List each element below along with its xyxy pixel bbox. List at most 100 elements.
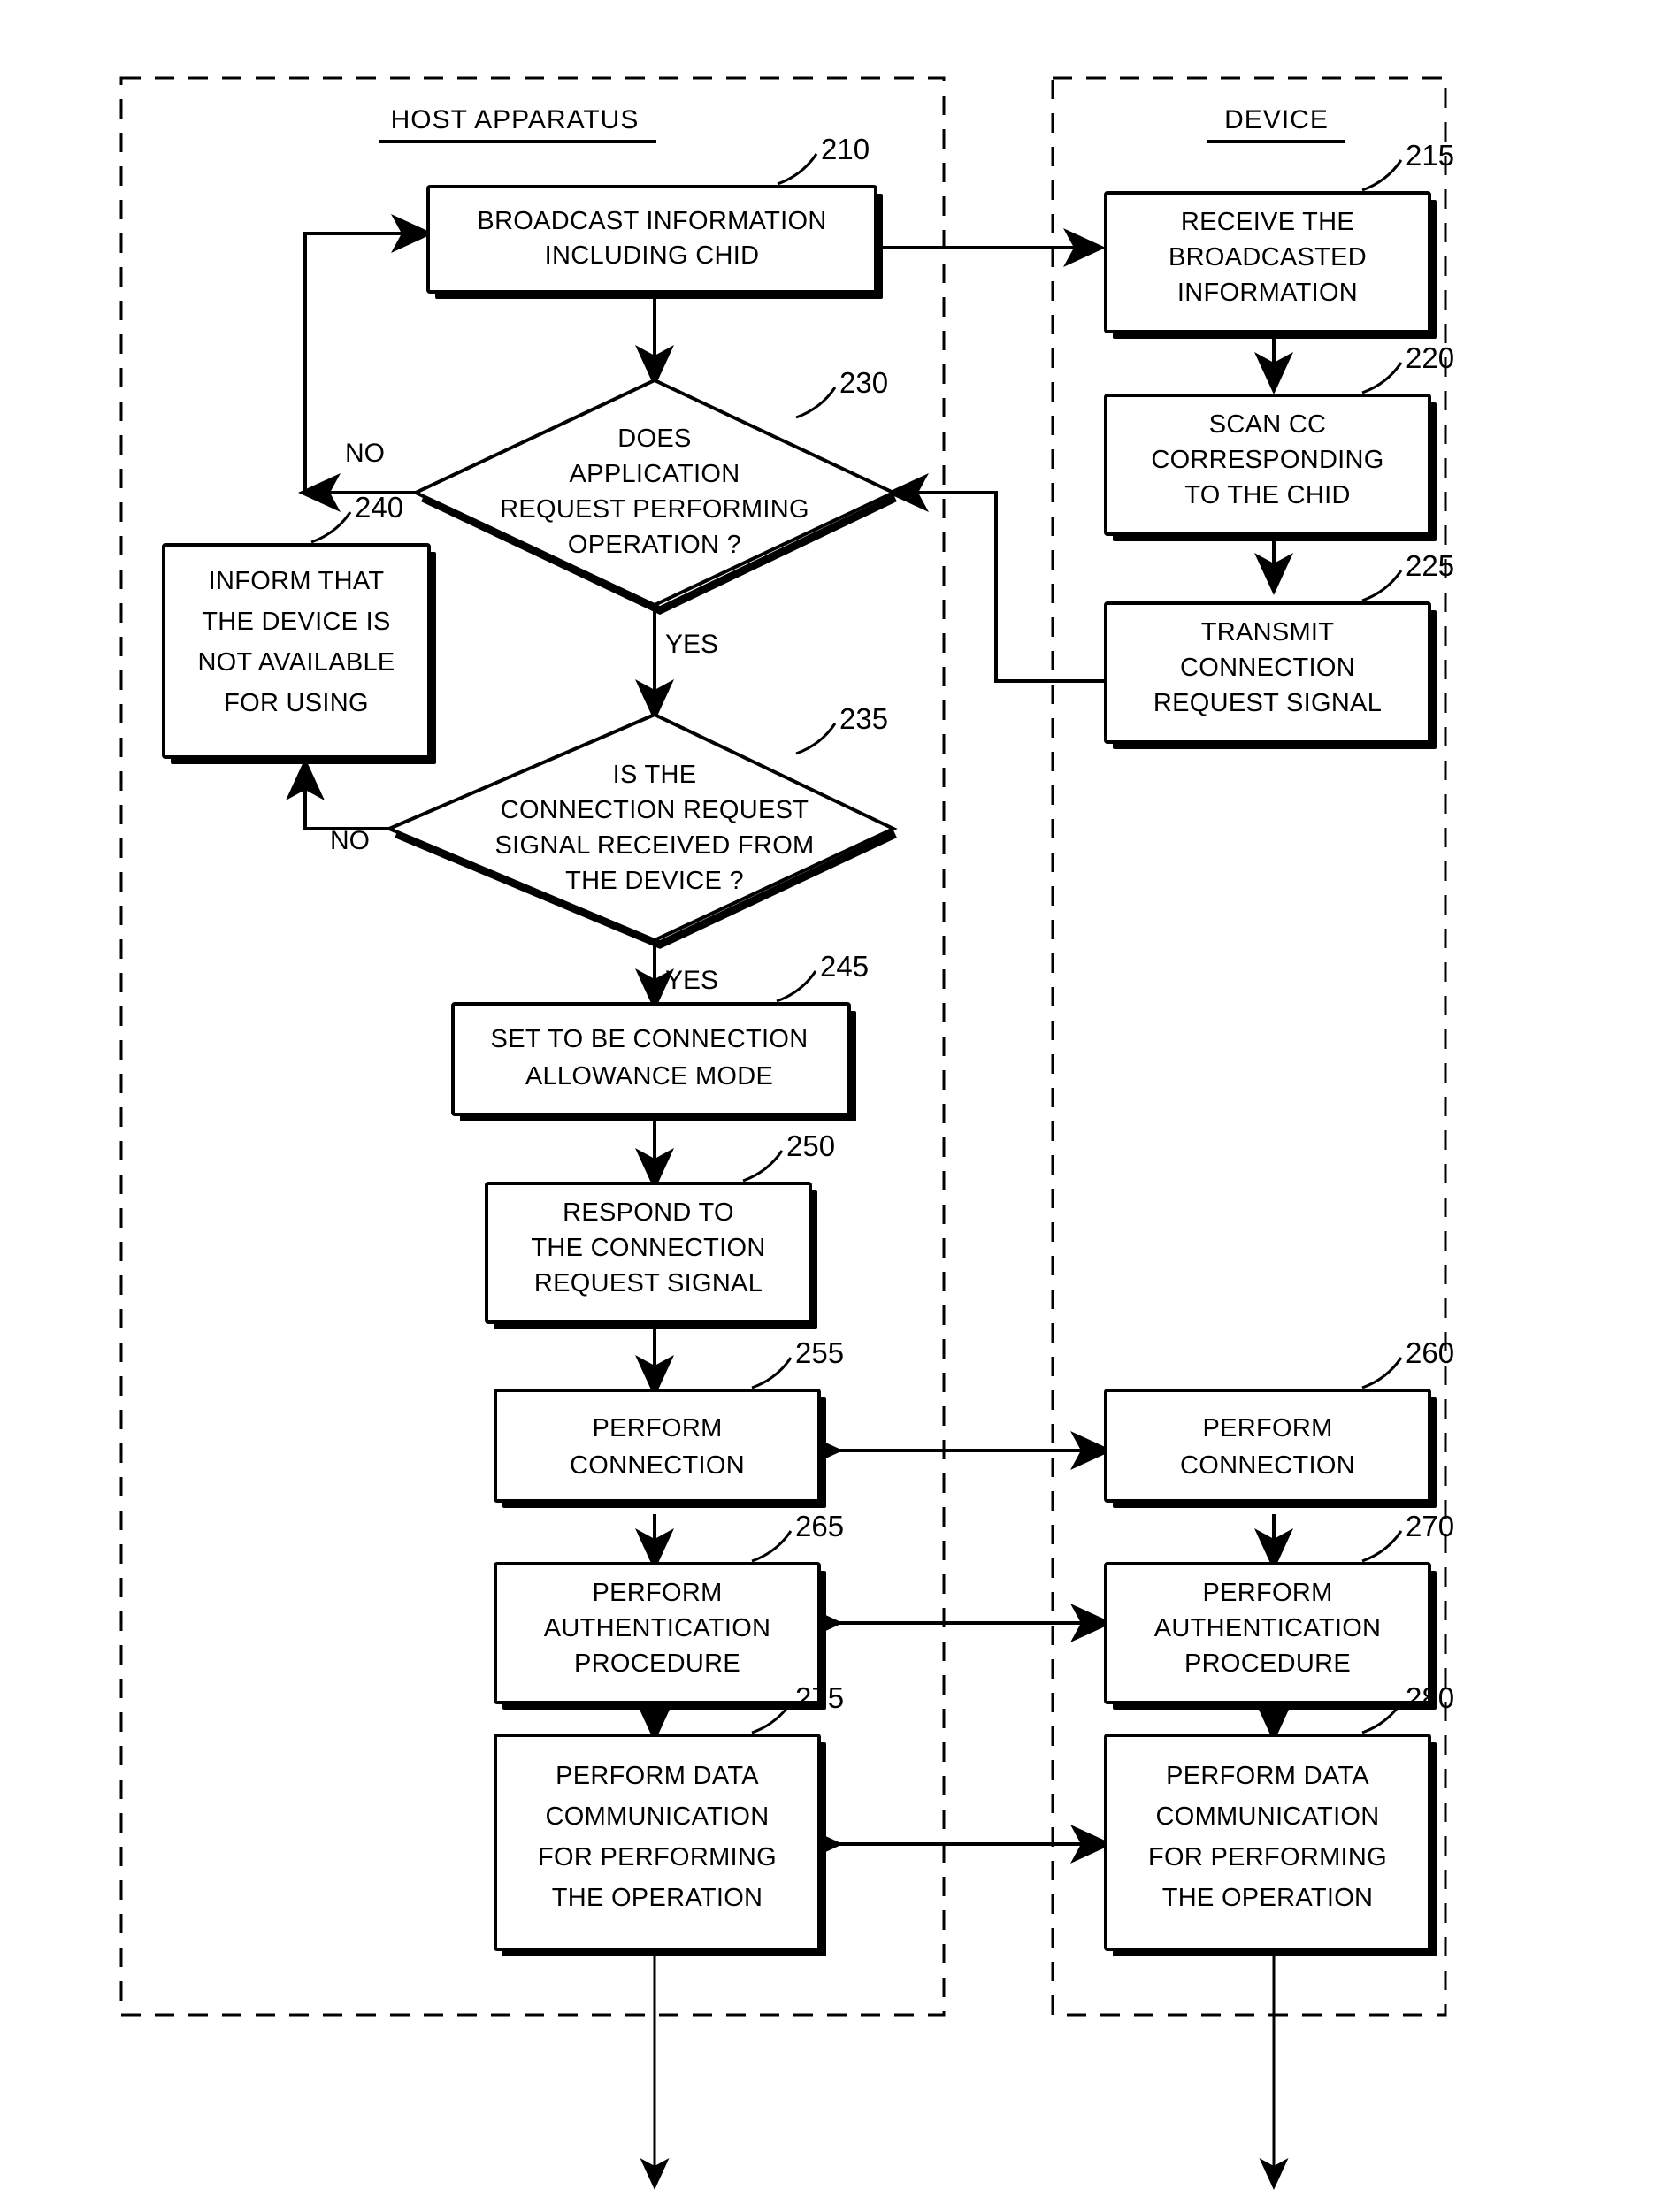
node-235[interactable]: IS THE CONNECTION REQUEST SIGNAL RECEIVE… [384, 702, 898, 949]
node-280-line-3: THE OPERATION [1162, 1884, 1374, 1912]
node-255[interactable]: PERFORM CONNECTION 255 [494, 1336, 844, 1508]
node-215-ref-leader [1361, 159, 1403, 192]
lane-title-device: DEVICE [1224, 105, 1329, 134]
node-265-ref-label: 265 [795, 1510, 844, 1542]
node-210-line-1: INCLUDING CHID [545, 241, 760, 270]
node-220-line-0: SCAN CC [1209, 410, 1327, 439]
node-240-line-0: INFORM THAT [209, 567, 385, 595]
node-230[interactable]: DOES APPLICATION REQUEST PERFORMING OPER… [411, 366, 898, 615]
node-245-box[interactable] [451, 1002, 851, 1116]
node-235-line-1: CONNECTION REQUEST [501, 796, 809, 824]
node-280-line-0: PERFORM DATA [1166, 1762, 1369, 1790]
connector-235-no-to-240 [286, 758, 389, 830]
node-260-ref-label: 260 [1406, 1336, 1454, 1369]
node-260[interactable]: PERFORM CONNECTION 260 [1104, 1336, 1454, 1508]
node-210-line-0: BROADCAST INFORMATION [477, 207, 826, 235]
node-260-line-1: CONNECTION [1180, 1451, 1355, 1480]
node-220-line-1: CORRESPONDING [1151, 446, 1383, 474]
node-230-ref-label: 230 [839, 366, 888, 399]
node-240[interactable]: INFORM THAT THE DEVICE IS NOT AVAILABLE … [162, 491, 436, 764]
node-270-ref-label: 270 [1406, 1510, 1454, 1542]
node-270-line-0: PERFORM [1202, 1579, 1332, 1607]
node-225-ref-label: 225 [1406, 549, 1454, 582]
node-280-line-1: COMMUNICATION [1155, 1803, 1379, 1831]
node-215-line-1: BROADCASTED [1169, 243, 1367, 272]
node-280[interactable]: PERFORM DATA COMMUNICATION FOR PERFORMIN… [1104, 1681, 1454, 1956]
node-265-line-2: PROCEDURE [574, 1649, 740, 1678]
node-230-line-2: REQUEST PERFORMING [500, 495, 809, 524]
node-230-line-3: OPERATION ? [568, 531, 741, 559]
node-225-line-2: REQUEST SIGNAL [1153, 689, 1382, 717]
node-215-line-0: RECEIVE THE [1181, 208, 1354, 236]
node-280-ref-label: 280 [1406, 1681, 1454, 1714]
node-260-box[interactable] [1104, 1389, 1431, 1503]
node-240-ref-leader [310, 511, 352, 544]
node-250[interactable]: RESPOND TO THE CONNECTION REQUEST SIGNAL… [485, 1129, 835, 1329]
branch-label-230-no: NO [345, 439, 385, 468]
node-235-ref-leader [795, 723, 837, 755]
node-220-line-2: TO THE CHID [1184, 481, 1351, 509]
node-265-ref-leader [751, 1530, 793, 1563]
node-215-line-2: INFORMATION [1177, 279, 1358, 307]
node-235-line-3: THE DEVICE ? [565, 867, 744, 895]
connector-225-to-230 [886, 473, 1110, 683]
node-270[interactable]: PERFORM AUTHENTICATION PROCEDURE 270 [1104, 1510, 1454, 1710]
node-255-ref-label: 255 [795, 1336, 844, 1369]
node-275-line-0: PERFORM DATA [556, 1762, 759, 1790]
node-255-line-1: CONNECTION [570, 1451, 745, 1480]
node-245-line-1: ALLOWANCE MODE [525, 1062, 773, 1091]
node-265[interactable]: PERFORM AUTHENTICATION PROCEDURE 265 [494, 1510, 844, 1710]
node-210-ref-label: 210 [821, 133, 870, 165]
node-235-line-0: IS THE [613, 761, 697, 789]
node-225[interactable]: TRANSMIT CONNECTION REQUEST SIGNAL 225 [1104, 549, 1454, 749]
node-210-ref-leader [777, 153, 818, 186]
node-250-line-0: RESPOND TO [563, 1198, 734, 1227]
node-260-line-0: PERFORM [1202, 1414, 1332, 1443]
node-250-ref-leader [742, 1150, 784, 1183]
node-255-box[interactable] [494, 1389, 821, 1503]
node-220[interactable]: SCAN CC CORRESPONDING TO THE CHID 220 [1104, 341, 1454, 541]
node-245-ref-label: 245 [820, 950, 869, 983]
node-245-ref-leader [776, 970, 817, 1003]
node-275-line-2: FOR PERFORMING [538, 1843, 777, 1871]
node-235-line-2: SIGNAL RECEIVED FROM [494, 831, 814, 860]
node-270-line-2: PROCEDURE [1184, 1649, 1351, 1678]
node-265-line-0: PERFORM [592, 1579, 722, 1607]
flowchart-canvas: HOST APPARATUS DEVICE BROADCAST INFORMAT… [119, 76, 1454, 2190]
node-210-box[interactable] [426, 185, 877, 294]
node-235-ref-label: 235 [839, 702, 888, 735]
node-230-line-1: APPLICATION [570, 460, 740, 488]
node-270-ref-leader [1361, 1530, 1403, 1563]
node-240-line-1: THE DEVICE IS [202, 608, 390, 636]
node-265-line-1: AUTHENTICATION [544, 1614, 771, 1642]
node-240-ref-label: 240 [355, 491, 403, 524]
node-215-ref-label: 215 [1406, 139, 1454, 172]
branch-label-235-no: NO [330, 826, 370, 855]
node-255-ref-leader [751, 1357, 793, 1389]
node-230-diamond[interactable] [411, 378, 898, 608]
node-275-ref-label: 275 [795, 1681, 844, 1714]
node-255-line-0: PERFORM [592, 1414, 722, 1443]
branch-label-235-yes: YES [665, 966, 718, 995]
node-260-ref-leader [1361, 1357, 1403, 1389]
node-215[interactable]: RECEIVE THE BROADCASTED INFORMATION 215 [1104, 139, 1454, 339]
node-230-line-0: DOES [617, 425, 691, 453]
node-225-line-0: TRANSMIT [1201, 618, 1335, 647]
node-280-line-2: FOR PERFORMING [1148, 1843, 1387, 1871]
node-225-line-1: CONNECTION [1180, 654, 1355, 682]
node-275[interactable]: PERFORM DATA COMMUNICATION FOR PERFORMIN… [494, 1681, 844, 1956]
node-245[interactable]: SET TO BE CONNECTION ALLOWANCE MODE 245 [451, 950, 869, 1121]
node-235-diamond[interactable] [384, 712, 898, 943]
node-210[interactable]: BROADCAST INFORMATION INCLUDING CHID 210 [426, 133, 883, 299]
patent-flowchart-figure: HOST APPARATUS DEVICE BROADCAST INFORMAT… [0, 0, 1663, 2212]
node-240-line-3: FOR USING [224, 689, 369, 717]
lane-border-device [1051, 76, 1447, 2017]
lane-title-host: HOST APPARATUS [391, 105, 640, 134]
node-275-line-3: THE OPERATION [552, 1884, 763, 1912]
node-275-line-1: COMMUNICATION [545, 1803, 769, 1831]
node-250-line-1: THE CONNECTION [531, 1234, 765, 1262]
node-220-ref-label: 220 [1406, 341, 1454, 374]
branch-label-230-yes: YES [665, 630, 718, 659]
node-250-line-2: REQUEST SIGNAL [534, 1269, 763, 1297]
node-270-line-1: AUTHENTICATION [1154, 1614, 1382, 1642]
